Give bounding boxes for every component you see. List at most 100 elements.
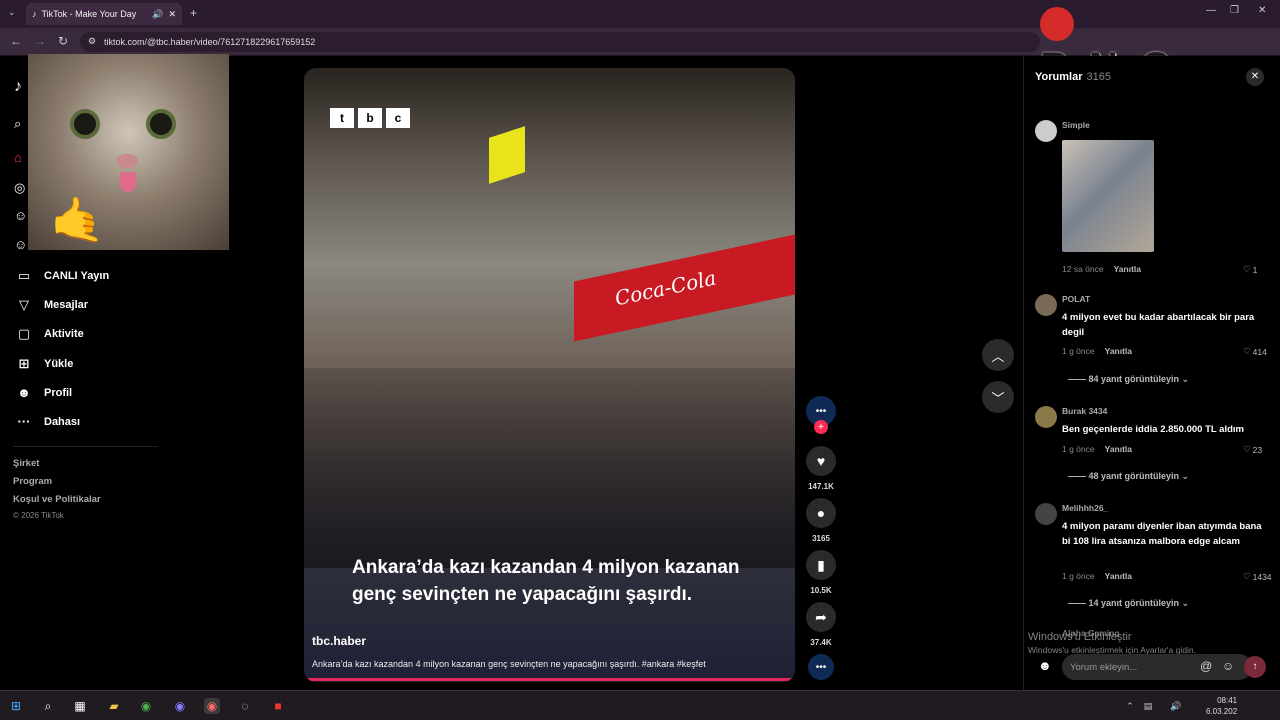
view-replies-button[interactable]: —— 48 yanıt görüntüleyin ⌄ [1068,471,1189,482]
footer-link-company[interactable]: Şirket [13,458,39,469]
sidebar-item-upload[interactable]: ⊞ Yükle [16,356,74,372]
save-action[interactable]: ▮ 10.5K [806,550,836,595]
tray-arrow-icon[interactable]: ⌃ [1122,698,1138,714]
tiktok-logo-icon[interactable]: ♪ [14,78,22,96]
sidebar-item-more[interactable]: ··· Dahası [16,414,81,429]
sidebar-item-label: Profil [44,386,73,399]
footer-link-program[interactable]: Program [13,476,52,487]
comment-user[interactable]: Melihhh26_ [1062,503,1108,513]
search-icon[interactable]: ⌕ [14,116,21,132]
heart-icon[interactable]: ♥ [806,446,836,476]
video-author[interactable]: tbc.haber [312,634,366,648]
video-player[interactable]: t b c Coca-Cola Ankara’da kazı kazandan … [304,68,795,682]
opera-browser-icon[interactable]: ◉ [204,698,220,714]
sidebar-item-activity[interactable]: ▢ Aktivite [16,326,84,342]
comments-panel: Yorumlar 3165 ✕ Simple 12 sa önce Yanıtla… [1023,56,1280,690]
home-icon[interactable]: ⌂ [14,150,22,165]
view-replies-button[interactable]: —— 14 yanıt görüntüleyin ⌄ [1068,598,1189,609]
bookmark-icon[interactable]: ▮ [806,550,836,580]
logo-letter: b [358,108,382,128]
recorder-icon[interactable]: ■ [270,698,286,714]
back-icon[interactable]: ← [10,34,22,48]
speaker-icon[interactable]: 🔊 [152,9,163,20]
close-comments-button[interactable]: ✕ [1246,68,1264,86]
volume-icon[interactable]: 🔊 [1168,698,1184,714]
next-video-button[interactable]: ﹀ [982,381,1014,413]
comment-likes[interactable]: ♡ 1 [1243,264,1257,275]
comment-action[interactable]: ● 3165 [806,498,836,543]
video-progress-bar[interactable] [304,678,795,681]
reload-icon[interactable]: ↻ [58,34,68,48]
avatar[interactable] [1035,503,1057,525]
task-view-icon[interactable]: ▦ [72,698,88,714]
footer-link-terms[interactable]: Koşul ve Politikalar [13,494,101,505]
friends-icon[interactable]: ☺ [14,237,27,252]
chrome-icon[interactable]: ◉ [138,698,154,714]
share-action[interactable]: ➦ 37.4K [806,602,836,647]
search-icon[interactable]: ⌕ [40,698,56,714]
yellow-sign [489,126,525,184]
comments-header: Yorumlar 3165 [1035,71,1111,83]
url-field[interactable]: ⚙ tiktok.com/@tbc.haber/video/7612718229… [80,32,1040,52]
comment-user[interactable]: Simple [1062,120,1090,130]
comment-meta: 1 g önce Yanıtla [1062,571,1132,581]
comment-likes[interactable]: ♡ 1434 [1243,571,1272,582]
forward-icon[interactable]: → [34,34,46,48]
reply-button[interactable]: Yanıtla [1105,346,1132,356]
new-tab-button[interactable]: + [190,6,197,20]
view-replies-button[interactable]: —— 84 yanıt görüntüleyin ⌄ [1068,374,1189,385]
logo-letter: c [386,108,410,128]
tab-search-icon[interactable]: ⌄ [8,7,16,18]
comment-icon[interactable]: ● [806,498,836,528]
cat-nose [116,154,138,168]
live-icon: ▭ [17,268,31,283]
sidebar-item-messages[interactable]: ▽ Mesajlar [16,297,88,313]
site-info-icon[interactable]: ⚙ [88,36,96,47]
reply-button[interactable]: Yanıtla [1105,444,1132,454]
explore-icon[interactable]: ◎ [14,180,25,196]
browser-tab[interactable]: ♪ TikTok - Make Your Day 🔊 ✕ [26,3,182,25]
share-icon[interactable]: ➦ [806,602,836,632]
comment-input[interactable]: Yorum ekleyin... @ ☺ [1062,654,1252,680]
view-replies-label: 48 yanıt görüntüleyin [1088,471,1180,481]
tab-close-icon[interactable]: ✕ [168,9,176,20]
heart-outline-icon: ♡ [1243,346,1251,356]
windows-activation-notice: Windows'u Etkinleştir Windows'u etkinleş… [1028,631,1196,655]
like-action[interactable]: ♥ 147.1K [806,446,836,491]
previous-video-button[interactable]: ︿ [982,339,1014,371]
music-disc-icon[interactable]: ••• [808,654,834,680]
following-icon[interactable]: ☺ [14,208,27,223]
app-icon[interactable]: ◌ [237,698,253,714]
user-avatar-icon[interactable]: ☻ [1038,658,1052,673]
emoji-icon[interactable]: ☺ [1222,659,1234,673]
copyright: © 2026 TikTok [13,511,64,520]
clock-date: 6.03.202 [1206,707,1238,716]
heart-outline-icon: ♡ [1243,264,1251,274]
sidebar-item-profile[interactable]: ☻ Profil [16,385,72,400]
windows-start-icon[interactable]: ⊞ [8,698,24,714]
mention-icon[interactable]: @ [1200,659,1212,673]
reply-button[interactable]: Yanıtla [1105,571,1132,581]
avatar[interactable] [1035,120,1057,142]
more-icon: ··· [17,414,31,429]
comment-image[interactable] [1062,140,1154,252]
comment-likes[interactable]: ♡ 414 [1243,346,1267,357]
avatar[interactable] [1035,406,1057,428]
comment-user[interactable]: Burak 3434 [1062,406,1107,416]
file-explorer-icon[interactable]: ▰ [106,698,122,714]
discord-icon[interactable]: ◉ [172,698,188,714]
taskbar-clock[interactable]: 08:41 6.03.202 [1206,695,1237,717]
comment-user[interactable]: POLAT [1062,294,1090,304]
reply-button[interactable]: Yanıtla [1114,264,1141,274]
sidebar-item-live[interactable]: ▭ CANLI Yayın [16,268,109,284]
follow-plus-button[interactable]: + [814,420,828,434]
comment-time: 1 g önce [1062,346,1095,356]
comment-likes[interactable]: ♡ 23 [1243,444,1262,455]
network-icon[interactable]: ▤ [1140,698,1156,714]
comments-title: Yorumlar [1035,71,1083,83]
avatar[interactable] [1035,294,1057,316]
cat-eye [70,109,100,139]
comment-meta: 1 g önce Yanıtla [1062,444,1132,454]
comment-text: Ben geçenlerde iddia 2.850.000 TL aldım [1062,424,1244,435]
send-comment-button[interactable]: ↑ [1244,656,1266,678]
